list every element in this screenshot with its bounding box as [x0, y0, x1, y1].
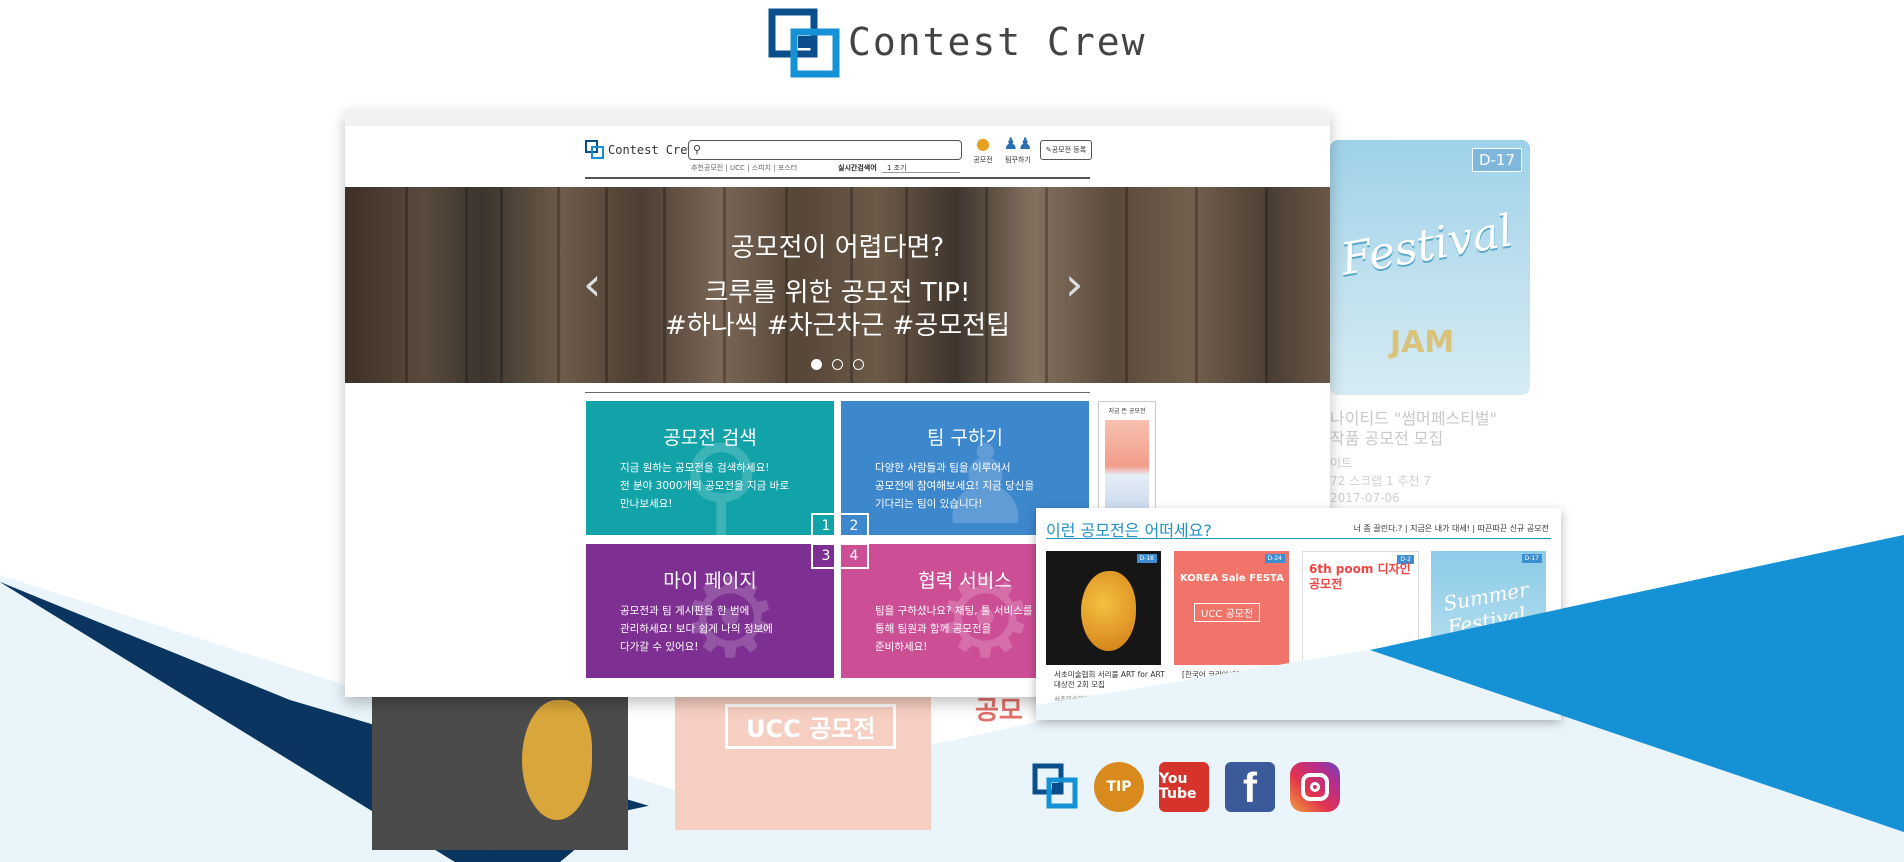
tile-desc-line: 공모전에 참여해보세요! 지금 당신을: [875, 480, 1035, 492]
tile-contest-search[interactable]: ⚲ 공모전 검색 지금 원하는 공모전을 검색하세요! 전 분야 3000개의 …: [586, 401, 834, 535]
contest-card[interactable]: D-2 6th poom 디자인 공모전: [1302, 551, 1419, 667]
contest-caption[interactable]: 서초미술협회 서리풀 ART for ART 대상전 2회 모집: [1054, 670, 1172, 690]
tile-desc-line: 팀을 구하셨나요? 채팅, 툴 서비스를: [875, 605, 1033, 617]
tile-desc-line: 만나보세요!: [620, 498, 673, 510]
hero-pagination: [811, 359, 864, 370]
tip-lightbulb-icon[interactable]: TIP: [1094, 762, 1144, 812]
background-card-stats: 72 스크랩 1 추천 7: [1330, 474, 1431, 488]
contest-crew-logo-icon: [768, 8, 840, 78]
background-poster-ucc: UCC 공모전: [675, 690, 931, 830]
people-icon: ♟♟: [1003, 134, 1033, 153]
contest-stats: 조회수 8063 스크랩 40: [1054, 704, 1121, 712]
register-contest-button[interactable]: ✎ 공모전 등록: [1040, 140, 1092, 160]
ucc-label: UCC 공모전: [725, 704, 897, 749]
hero-dot-3[interactable]: [853, 359, 864, 370]
lightbulb-icon: ●: [976, 134, 990, 153]
poster-script: Summer Festival: [1441, 577, 1531, 640]
mockup-top-strip: [345, 110, 1330, 126]
contest-caption[interactable]: [한국어 코리아세일페스타 101배 즐기기 UCC 공모전: [1182, 670, 1300, 690]
instagram-icon[interactable]: [1290, 762, 1340, 812]
side-banner-image: [1105, 420, 1149, 512]
tile-number-1: 1: [811, 513, 841, 539]
dday-badge: D-17: [1521, 554, 1542, 563]
background-poster-dark: [372, 690, 628, 850]
hero-dot-2[interactable]: [832, 359, 843, 370]
mockup-logo-icon[interactable]: [585, 140, 605, 160]
contest-card[interactable]: D-24 KOREA Sale FESTA UCC 공모전: [1174, 551, 1289, 665]
tile-desc-line: 다가갈 수 있어요!: [620, 641, 699, 653]
tile-desc-line: 기다리는 팀이 있습니다!: [875, 498, 983, 510]
facebook-icon[interactable]: f: [1225, 762, 1275, 812]
brand-name: Contest Crew: [848, 20, 1147, 64]
tile-my-page[interactable]: ⚙ 마이 페이지 공모전과 팀 게시판을 한 번에 관리하세요! 보다 쉽게 나…: [586, 544, 834, 678]
search-input[interactable]: ⚲: [688, 140, 962, 160]
tile-title: 팀 구하기: [927, 427, 1003, 449]
search-icon: ⚲: [693, 143, 702, 156]
realtime-search-label: 실시간검색어: [838, 164, 877, 172]
nav-contest[interactable]: ● 공모전: [968, 134, 998, 165]
nav-contest-label: 공모전: [973, 156, 993, 164]
mockup-brand-name[interactable]: Contest Crew: [608, 143, 695, 157]
recommend-filter-links[interactable]: 너 좀 끌린다.? | 지금은 내가 대세! | 따끈따끈 신규 공모전: [1354, 523, 1549, 534]
dday-badge: D-18: [1136, 554, 1157, 563]
background-card-date: 2017-07-06: [1330, 491, 1400, 505]
nav-team[interactable]: ♟♟ 팀꾸하기: [999, 134, 1037, 165]
hero-banner[interactable]: 공모전이 어렵다면? 크루를 위한 공모전 TIP! #하나씩 #차근차근 #공…: [345, 187, 1330, 383]
tile-desc: 다양한 사람들과 팀을 이루어서 공모전에 참여해보세요! 지금 당신을 기다리…: [875, 459, 1034, 513]
poster-headline: 6th poom 디자인 공모전: [1309, 562, 1411, 591]
tile-desc-line: 전 분야 3000개의 공모전을 지금 바로: [620, 480, 789, 492]
hero-prev-arrow-icon[interactable]: ‹: [583, 257, 601, 311]
jam-text: JAM: [1390, 325, 1455, 360]
tile-desc-line: 공모전과 팀 게시판을 한 번에: [620, 605, 750, 617]
contest-crew-social-icon[interactable]: [1032, 762, 1082, 812]
tile-desc-line: 통해 팀원과 함께 공모전을: [875, 623, 992, 635]
tile-desc-line: 지금 원하는 공모전을 검색하세요!: [620, 462, 770, 474]
tile-desc-line: 준비하세요!: [875, 641, 928, 653]
tile-number-3: 3: [811, 543, 841, 569]
tile-desc: 지금 원하는 공모전을 검색하세요! 전 분야 3000개의 공모전을 지금 바…: [620, 459, 789, 513]
youtube-icon[interactable]: You Tube: [1159, 762, 1209, 812]
hero-subtitle-2: #하나씩 #차근차근 #공모전팁: [664, 311, 1010, 341]
side-banner-label: 지금 뜬 공모전: [1108, 408, 1146, 415]
tile-desc: 팀을 구하셨나요? 채팅, 툴 서비스를 통해 팀원과 함께 공모전을 준비하세…: [875, 602, 1033, 656]
contest-card[interactable]: D-17 Summer Festival: [1431, 551, 1546, 665]
header-divider: [585, 177, 1090, 179]
realtime-search-value: 1 조기: [887, 164, 907, 172]
content-divider: [585, 392, 1090, 393]
poster-label: UCC 공모전: [1194, 603, 1261, 622]
recommended-keywords[interactable]: 추천공모전 | UCC | 스피치 | 포스터: [691, 163, 797, 173]
recommend-panel: 이런 공모전은 어떠세요? 너 좀 끌린다.? | 지금은 내가 대세! | 따…: [1036, 508, 1561, 718]
tile-number-4: 4: [839, 543, 869, 569]
side-banner[interactable]: 지금 뜬 공모전: [1098, 401, 1156, 521]
hero-title: 공모전이 어렵다면?: [730, 233, 945, 263]
register-contest-label: 공모전 등록: [1051, 146, 1087, 154]
tile-number-2: 2: [839, 513, 869, 539]
background-card-title-2: 작품 공모전 모집: [1330, 429, 1444, 448]
dday-badge: D-24: [1264, 554, 1285, 563]
dday-badge: D-17: [1471, 148, 1522, 172]
background-card-org: 이트: [1330, 456, 1353, 470]
tile-title: 마이 페이지: [663, 570, 757, 592]
hero-subtitle-1: 크루를 위한 공모전 TIP!: [704, 278, 971, 308]
hero-dot-1[interactable]: [811, 359, 822, 370]
background-contest-card: D-17 Festival JAM: [1330, 140, 1530, 395]
hero-next-arrow-icon[interactable]: ›: [1065, 257, 1083, 311]
tile-desc-line: 관리하세요! 보다 쉽게 나의 정보에: [620, 623, 773, 635]
tile-title: 공모전 검색: [663, 427, 757, 449]
tile-desc: 공모전과 팀 게시판을 한 번에 관리하세요! 보다 쉽게 나의 정보에 다가갈…: [620, 602, 773, 656]
poster-headline: KOREA Sale FESTA: [1180, 573, 1284, 584]
tile-desc-line: 다양한 사람들과 팀을 이루어서: [875, 462, 1011, 474]
recommend-divider: [1046, 538, 1551, 539]
nav-team-label: 팀꾸하기: [1005, 156, 1031, 164]
contest-card[interactable]: D-18: [1046, 551, 1161, 665]
summer-festival-script: Festival: [1336, 205, 1517, 286]
